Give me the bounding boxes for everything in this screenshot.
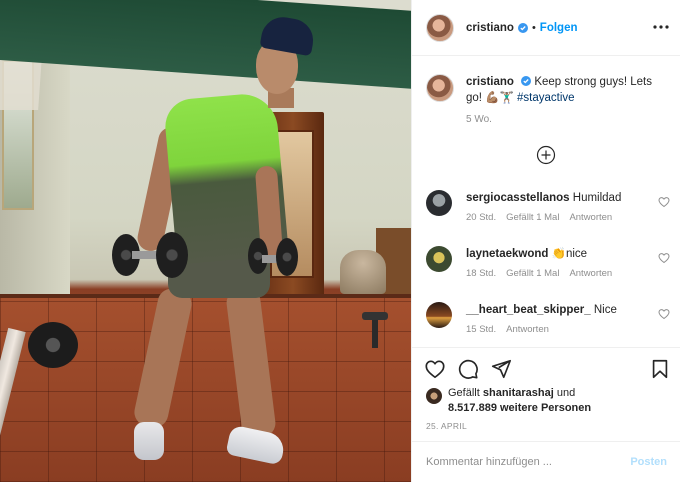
comment: laynetaekwond 👏nice 18 Std. Gefällt 1 Ma… <box>426 246 670 279</box>
action-bar <box>412 347 680 391</box>
comment-text: 👏nice <box>551 248 588 260</box>
caption-text: cristiano Keep strong guys! Lets go! 💪🏽🏋… <box>466 74 670 106</box>
avatar[interactable] <box>426 388 442 404</box>
leg-right <box>224 286 278 440</box>
heart-icon[interactable] <box>658 252 670 264</box>
post-header: cristiano • Folgen <box>412 0 680 56</box>
likes-suffix[interactable]: weitere Personen <box>500 402 591 414</box>
stool <box>340 250 386 294</box>
heart-icon[interactable] <box>658 196 670 208</box>
comment-likes[interactable]: Gefällt 1 Mal <box>506 212 559 223</box>
caption: cristiano Keep strong guys! Lets go! 💪🏽🏋… <box>426 74 670 106</box>
more-options-icon[interactable] <box>651 18 671 36</box>
comment-username[interactable]: sergiocasstellanos <box>466 192 570 204</box>
comment-time[interactable]: 20 Std. <box>466 212 496 223</box>
comment: __heart_beat_skipper_ Nice 15 Std. Antwo… <box>426 302 670 335</box>
share-icon[interactable] <box>490 358 512 380</box>
caption-time[interactable]: 5 Wo. <box>466 114 492 125</box>
avatar[interactable] <box>426 246 452 272</box>
comment-username[interactable]: __heart_beat_skipper_ <box>466 304 591 316</box>
likes-mid: und <box>556 387 576 399</box>
likes-summary: Gefällt shanitarashaj und 8.517.889 weit… <box>426 386 670 416</box>
avatar[interactable] <box>426 74 454 102</box>
comment-username[interactable]: laynetaekwond <box>466 248 548 260</box>
comment-likes[interactable]: Gefällt 1 Mal <box>506 268 559 279</box>
shoe-left <box>134 422 164 460</box>
verified-icon <box>521 76 532 86</box>
reply-button[interactable]: Antworten <box>569 268 612 279</box>
bookmark-icon[interactable] <box>649 358 671 380</box>
post-date[interactable]: 25. APRIL <box>426 421 467 431</box>
heart-icon[interactable] <box>658 308 670 320</box>
dumbbell-left <box>112 232 188 278</box>
comment: sergiocasstellanos Humildad 20 Std. Gefä… <box>426 190 670 223</box>
avatar[interactable] <box>426 13 454 42</box>
author-username[interactable]: cristiano <box>466 22 514 34</box>
post-photo[interactable] <box>0 0 411 482</box>
post-button[interactable]: Posten <box>630 456 667 468</box>
leg-left <box>131 285 195 431</box>
comment-time[interactable]: 15 Std. <box>466 324 496 335</box>
avatar[interactable] <box>426 190 452 216</box>
weight-plate <box>28 322 78 368</box>
follow-button[interactable]: Folgen <box>540 22 578 34</box>
reply-button[interactable]: Antworten <box>569 212 612 223</box>
verified-icon <box>517 22 528 33</box>
dumbbell-stand <box>362 312 388 348</box>
separator-dot: • <box>531 21 536 34</box>
add-comment-bar: Posten <box>412 441 680 482</box>
shoe-right <box>225 424 287 466</box>
avatar[interactable] <box>426 302 452 328</box>
likes-prefix: Gefällt <box>448 387 480 399</box>
hashtag-link[interactable]: #stayactive <box>517 92 575 104</box>
add-circle-icon[interactable] <box>536 145 556 165</box>
heart-icon[interactable] <box>424 358 446 380</box>
liker-username[interactable]: shanitarashaj <box>483 387 554 399</box>
likes-count[interactable]: 8.517.889 <box>448 402 497 414</box>
comment-text: Nice <box>593 304 617 316</box>
comment-icon[interactable] <box>457 358 479 380</box>
comment-time[interactable]: 18 Std. <box>466 268 496 279</box>
dumbbell-right <box>248 238 298 278</box>
post-details-panel: cristiano • Folgen cristiano Keep strong… <box>411 0 680 482</box>
comment-text: Humildad <box>572 192 622 204</box>
reply-button[interactable]: Antworten <box>506 324 549 335</box>
caption-username[interactable]: cristiano <box>466 76 514 88</box>
comment-input[interactable] <box>426 456 631 468</box>
